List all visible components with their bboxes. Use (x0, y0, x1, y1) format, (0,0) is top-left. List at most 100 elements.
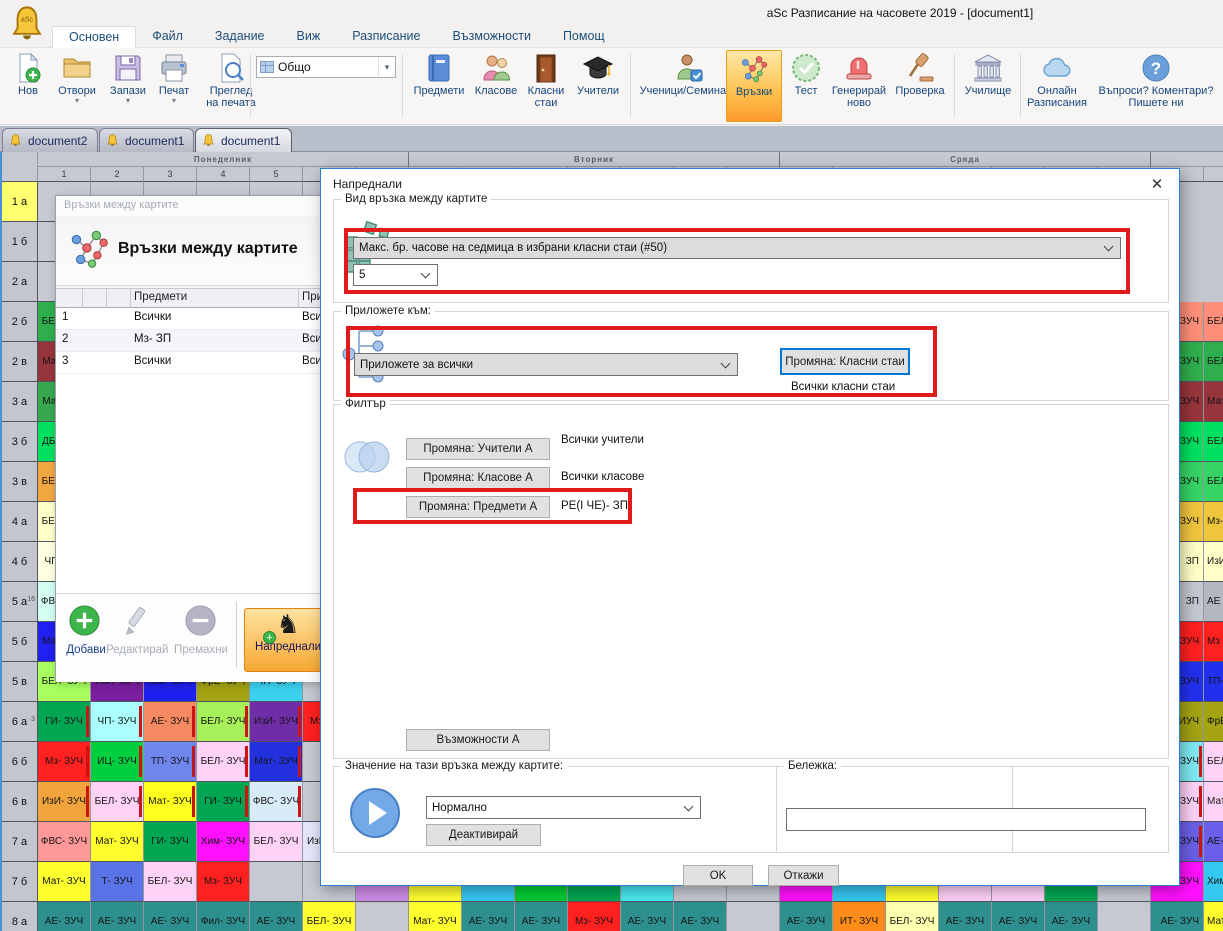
open-button[interactable]: Отвори ▾ (48, 50, 106, 122)
cancel-button[interactable]: Откажи (768, 865, 839, 886)
row-header-6 а[interactable]: 6 а3 (2, 702, 38, 742)
document-tab-0[interactable]: document2 (2, 128, 98, 152)
lesson-cell[interactable]: Мат- ЗУЧ (91, 822, 144, 862)
lesson-cell[interactable] (1098, 902, 1151, 931)
save-dropdown-caret[interactable]: ▾ (106, 97, 150, 104)
lesson-cell[interactable]: АЕ- ЗУЧ (992, 902, 1045, 931)
school-button[interactable]: Училище (958, 50, 1018, 122)
lesson-cell[interactable]: АЕ- ЗУЧ (939, 902, 992, 931)
lesson-cell[interactable]: АЕ- (1204, 822, 1223, 862)
lesson-cell[interactable]: ИТ- ЗУЧ (833, 902, 886, 931)
lesson-cell[interactable]: Хим (1204, 862, 1223, 902)
row-header-6 б[interactable]: 6 б (2, 742, 38, 782)
lesson-cell[interactable]: Мз- (1204, 502, 1223, 542)
view-combo[interactable]: Общо ▾ (256, 56, 396, 78)
lesson-cell[interactable]: Мат- ЗУЧ (250, 742, 303, 782)
menu-tab-Помощ[interactable]: Помощ (547, 26, 621, 48)
links-button[interactable]: Връзки (726, 50, 782, 122)
edit-button-label[interactable]: Редактирай (106, 644, 168, 656)
ok-button[interactable]: OK (683, 865, 753, 886)
change-filter-button-2[interactable]: Промяна: Предмети А (406, 496, 550, 518)
print-dropdown-caret[interactable]: ▾ (152, 97, 196, 104)
lesson-cell[interactable]: АЕ- ЗУЧ (780, 902, 833, 931)
teachers-button[interactable]: Учители (570, 50, 626, 122)
row-header-5 а[interactable]: 5 а16 (2, 582, 38, 622)
apply-combo[interactable]: Приложете за всички (354, 353, 738, 376)
lesson-cell[interactable]: АЕ ЗП (1204, 582, 1223, 622)
row-header-2 а[interactable]: 2 а (2, 262, 38, 302)
row-header-1 б[interactable]: 1 б (2, 222, 38, 262)
remove-icon[interactable] (184, 604, 217, 637)
lesson-cell[interactable]: Мз- ЗУЧ (38, 742, 91, 782)
lesson-cell[interactable]: АЕ- ЗУЧ (91, 902, 144, 931)
save-button[interactable]: Запази ▾ (106, 50, 150, 122)
lesson-cell[interactable]: БЕЛ- ЗУЧ (886, 902, 939, 931)
menu-tab-Файл[interactable]: Файл (136, 26, 199, 48)
lesson-cell[interactable]: АЕ- ЗУЧ (1151, 902, 1204, 931)
row-header-4 б[interactable]: 4 б (2, 542, 38, 582)
lesson-cell[interactable] (250, 862, 303, 902)
row-header-6 в[interactable]: 6 в (2, 782, 38, 822)
classrooms-button[interactable]: Класни стаи (522, 50, 570, 122)
menu-tab-Задание[interactable]: Задание (199, 26, 281, 48)
lesson-cell[interactable]: Т- ЗУЧ (91, 862, 144, 902)
lesson-cell[interactable]: Мз- ЗУЧ (568, 902, 621, 931)
note-input[interactable] (786, 808, 1146, 831)
test-button[interactable]: Тест (784, 50, 828, 122)
row-header-8 а[interactable]: 8 а (2, 902, 38, 931)
lesson-cell[interactable] (727, 902, 780, 931)
print-button[interactable]: Печат ▾ (152, 50, 196, 122)
lesson-cell[interactable]: Мат (1204, 902, 1223, 931)
lesson-cell[interactable]: Мз- ЗУЧ (197, 862, 250, 902)
generate-button[interactable]: Генерирай ново (828, 50, 890, 122)
edit-pencil-icon[interactable] (120, 604, 153, 637)
lesson-cell[interactable]: БЕЛ- ЗУЧ (250, 822, 303, 862)
online-timetables-button[interactable]: Онлайн Разписания (1026, 50, 1088, 122)
new-button[interactable]: Нов (8, 50, 48, 122)
lesson-cell[interactable]: БЕЛ- ЗУЧ (197, 702, 250, 742)
lesson-cell[interactable]: ФрЕ (1204, 702, 1223, 742)
change-classrooms-button[interactable]: Промяна: Класни стаи (781, 349, 909, 374)
lesson-cell[interactable]: ГИ- ЗУЧ (38, 702, 91, 742)
lesson-cell[interactable]: ТП- ЗУЧ (144, 742, 197, 782)
view-combo-caret[interactable]: ▾ (378, 57, 395, 77)
lesson-cell[interactable]: ИЦ- ЗУЧ (91, 742, 144, 782)
lesson-cell[interactable]: БЕЛ (1204, 302, 1223, 342)
row-header-1 а[interactable]: 1 а (2, 182, 38, 222)
remove-button-label[interactable]: Премахни (170, 644, 232, 656)
lesson-cell[interactable]: БЕЛ- ЗУЧ (197, 742, 250, 782)
row-header-3 в[interactable]: 3 в (2, 462, 38, 502)
lesson-cell[interactable]: ИзИ (1204, 542, 1223, 582)
type-combo[interactable]: Макс. бр. часове на седмица в избрани кл… (353, 237, 1121, 259)
lesson-cell[interactable]: Фил- ЗУЧ (197, 902, 250, 931)
menu-tab-Виж[interactable]: Виж (281, 26, 337, 48)
subjects-button[interactable]: Предмети (408, 50, 470, 122)
lesson-cell[interactable]: АЕ- ЗУЧ (462, 902, 515, 931)
row-header-7 а[interactable]: 7 а (2, 822, 38, 862)
lesson-cell[interactable]: БЕЛ (1204, 342, 1223, 382)
check-button[interactable]: Проверка (890, 50, 950, 122)
print-preview-button[interactable]: Преглед на печата (198, 50, 264, 122)
lesson-cell[interactable]: АЕ- ЗУЧ (674, 902, 727, 931)
document-tab-1[interactable]: document1 (99, 128, 194, 152)
lesson-cell[interactable]: АЕ- ЗУЧ (250, 902, 303, 931)
lesson-cell[interactable]: БЕЛ (1204, 742, 1223, 782)
lesson-cell[interactable]: ИзИ- ЗУЧ (38, 782, 91, 822)
lesson-cell[interactable]: Мат (1204, 382, 1223, 422)
lesson-cell[interactable] (356, 902, 409, 931)
row-header-5 в[interactable]: 5 в (2, 662, 38, 702)
advanced-button[interactable]: ♞ + Напреднали (244, 608, 332, 672)
row-header-5 б[interactable]: 5 б (2, 622, 38, 662)
lesson-cell[interactable]: АЕ- ЗУЧ (1045, 902, 1098, 931)
lesson-cell[interactable]: Мат- ЗУЧ (38, 862, 91, 902)
lesson-cell[interactable]: Хим- ЗУЧ (197, 822, 250, 862)
lesson-cell[interactable]: АЕ- ЗУЧ (621, 902, 674, 931)
row-header-2 в[interactable]: 2 в (2, 342, 38, 382)
lesson-cell[interactable]: БЕЛ- ЗУЧ (91, 782, 144, 822)
classes-button[interactable]: Класове (470, 50, 522, 122)
add-icon[interactable] (68, 604, 101, 637)
menu-tab-Възможности[interactable]: Възможности (436, 26, 546, 48)
lesson-cell[interactable]: БЕЛ (1204, 422, 1223, 462)
lesson-cell[interactable]: ЧП- ЗУЧ (91, 702, 144, 742)
lesson-cell[interactable]: Мат- ЗУЧ (409, 902, 462, 931)
